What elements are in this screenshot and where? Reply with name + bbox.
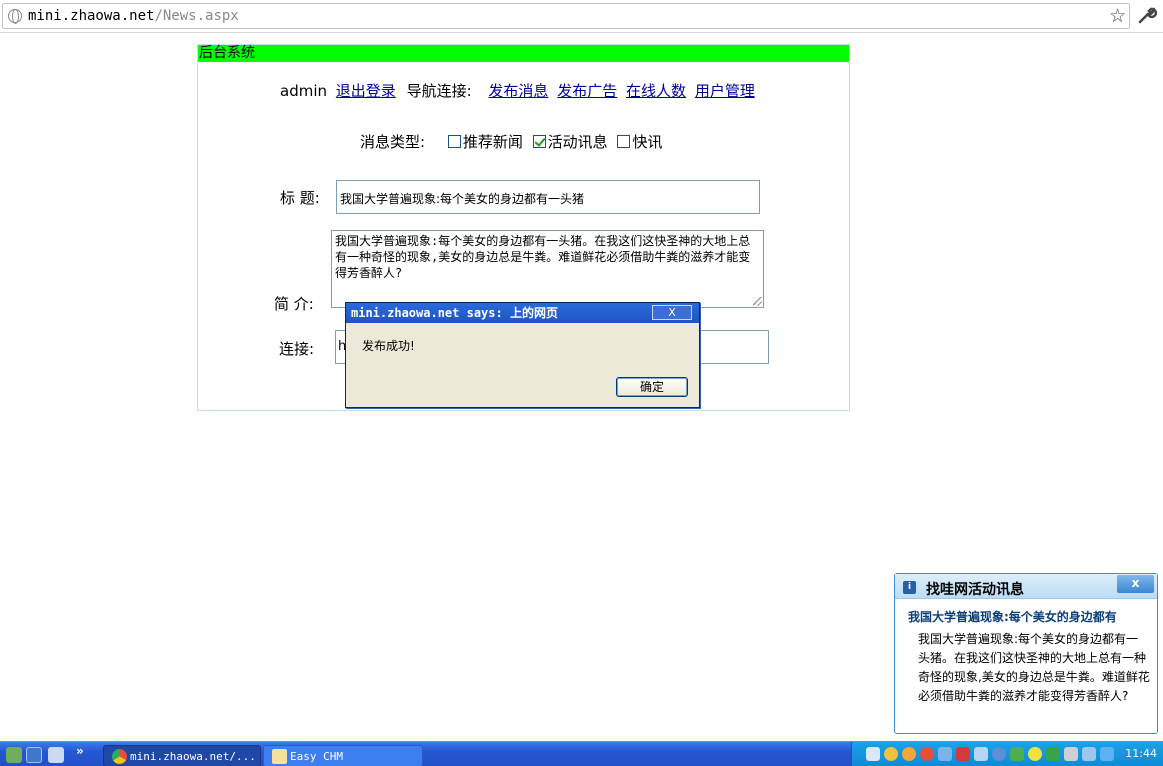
chrome-icon [112, 749, 127, 764]
resize-grip-icon[interactable] [753, 297, 762, 306]
title-input[interactable]: 我国大学普遍现象:每个美女的身边都有一头猪 [336, 180, 760, 214]
label-recommended-news: 推荐新闻 [462, 133, 523, 151]
quicklaunch-more-icon[interactable]: » [76, 744, 84, 758]
notification-header: i 找哇网活动讯息 x [895, 574, 1157, 599]
label-flash-news: 快讯 [632, 133, 663, 151]
taskbar-item-browser[interactable]: mini.zhaowa.net/... [103, 745, 261, 766]
notification-close-button[interactable]: x [1117, 575, 1154, 593]
message-type-row: 消息类型: 推荐新闻 活动讯息 快讯 [360, 131, 665, 152]
nav-link-publish-message[interactable]: 发布消息 [488, 82, 548, 100]
logout-link[interactable]: 退出登录 [336, 82, 396, 100]
summary-label: 简 介: [274, 295, 314, 313]
checkbox-recommended-news[interactable] [447, 135, 461, 148]
tray-security-icon[interactable] [1046, 747, 1060, 761]
browser-toolbar: mini.zhaowa.net/News.aspx ☆ [0, 0, 1163, 33]
checkbox-flash-news[interactable] [617, 135, 631, 148]
nav-label: 导航连接: [406, 82, 472, 100]
panel-title: 后台系统 [198, 45, 849, 62]
message-type-label: 消息类型: [360, 133, 426, 151]
summary-text: 我国大学普遍现象:每个美女的身边都有一头猪。在我这们这快圣神的大地上总有一种奇怪… [335, 234, 751, 280]
label-activity-news: 活动讯息 [547, 133, 608, 151]
username: admin [280, 82, 327, 100]
taskbar: » mini.zhaowa.net/... Easy CHM 11:44 [0, 741, 1163, 766]
notification-body: 我国大学普遍现象:每个美女的身边都有一头猪。在我这们这快圣神的大地上总有一种奇怪… [918, 632, 1150, 703]
dialog-ok-button[interactable]: 确定 [616, 377, 688, 397]
tray-monitor-icon[interactable] [956, 747, 970, 761]
clock[interactable]: 11:44 [1125, 747, 1157, 760]
tray-network-icon[interactable] [938, 747, 952, 761]
notification-title: 找哇网活动讯息 [926, 582, 1024, 598]
tray-music-icon[interactable] [1064, 747, 1078, 761]
dialog-message: 发布成功! [362, 339, 415, 353]
nav-link-online-count[interactable]: 在线人数 [626, 82, 686, 100]
summary-textarea[interactable]: 我国大学普遍现象:每个美女的身边都有一头猪。在我这们这快圣神的大地上总有一种奇怪… [331, 230, 764, 308]
info-icon: i [903, 581, 916, 594]
tray-qq-icon[interactable] [902, 747, 916, 761]
quicklaunch-computer-icon[interactable] [26, 747, 42, 763]
tray-qq2-icon[interactable] [920, 747, 934, 761]
tray-shield2-icon[interactable] [1100, 747, 1114, 761]
tray-app-icon[interactable] [884, 747, 898, 761]
address-bar[interactable]: mini.zhaowa.net/News.aspx ☆ [2, 3, 1130, 29]
wrench-icon[interactable] [1136, 4, 1158, 26]
taskbar-item-easychm[interactable]: Easy CHM [263, 745, 423, 766]
nav-link-user-management[interactable]: 用户管理 [695, 82, 755, 100]
notification-popup: i 找哇网活动讯息 x 我国大学普遍现象:每个美女的身边都有 我国大学普遍现象:… [894, 573, 1158, 734]
title-label: 标 题: [280, 189, 320, 207]
nav-row: admin 退出登录 导航连接: 发布消息 发布广告 在线人数 用户管理 [280, 80, 755, 101]
system-tray: 11:44 [851, 742, 1163, 766]
dialog-title: mini.zhaowa.net says: 上的网页 [346, 303, 699, 323]
help-document-icon [272, 749, 287, 764]
tray-sync-icon[interactable] [992, 747, 1006, 761]
globe-icon [8, 9, 22, 24]
taskbar-item-browser-label: mini.zhaowa.net/... [130, 750, 256, 763]
quicklaunch-desktop-icon[interactable] [6, 747, 22, 763]
tray-shield-icon[interactable] [1010, 747, 1024, 761]
link-label: 连接: [279, 340, 315, 358]
tray-device-icon[interactable] [974, 747, 988, 761]
taskbar-item-easychm-label: Easy CHM [290, 750, 343, 763]
alert-dialog: mini.zhaowa.net says: 上的网页 X 发布成功! 确定 [345, 302, 700, 408]
nav-link-publish-ad[interactable]: 发布广告 [557, 82, 617, 100]
url-text[interactable]: mini.zhaowa.net/News.aspx [28, 8, 239, 24]
bookmark-star-icon[interactable]: ☆ [1109, 5, 1126, 27]
tray-info-icon[interactable] [866, 747, 880, 761]
tray-plus-icon[interactable] [1028, 747, 1042, 761]
notification-headline[interactable]: 我国大学普遍现象:每个美女的身边都有 [908, 608, 1154, 625]
dialog-close-button[interactable]: X [652, 305, 692, 320]
quicklaunch-ie-icon[interactable] [48, 747, 64, 763]
tray-volume-icon[interactable] [1082, 747, 1096, 761]
checkbox-activity-news[interactable] [532, 135, 546, 148]
